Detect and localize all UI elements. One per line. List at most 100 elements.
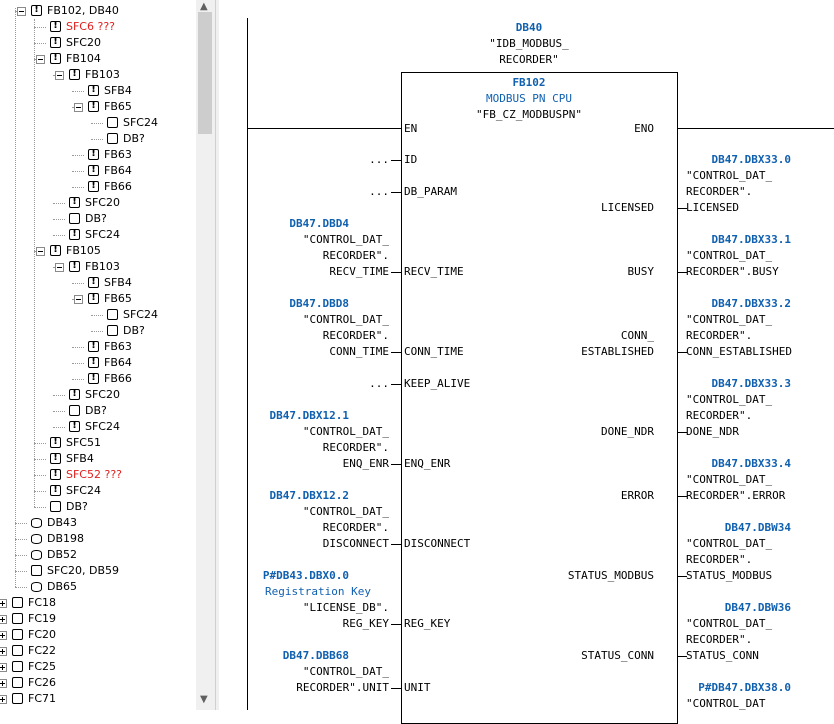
exclamation-box-icon [88, 83, 99, 97]
tree-item[interactable]: SFC20 [0, 387, 196, 403]
tree-item[interactable]: SFC20, DB59 [0, 563, 196, 579]
tree-item-label: FB66 [104, 180, 132, 193]
tree-item[interactable]: DB? [0, 499, 196, 515]
tree-item[interactable]: SFC51 [0, 435, 196, 451]
tree-item[interactable]: FC22 [0, 643, 196, 659]
exclamation-box-icon [88, 179, 99, 193]
tree-item[interactable]: SFC6 ??? [0, 19, 196, 35]
tree-item[interactable]: DB? [0, 323, 196, 339]
tree-scrollbar[interactable]: ▲ ▼ [196, 0, 215, 710]
tree-item[interactable]: FC20 [0, 627, 196, 643]
exclamation-box-icon [50, 51, 61, 65]
tree-item-label: FC18 [28, 596, 57, 609]
tree-item[interactable]: FB63 [0, 147, 196, 163]
tree-connector [72, 155, 84, 156]
expand-plus-icon[interactable] [0, 663, 7, 672]
tree-item-label: FB65 [104, 100, 132, 113]
tree-item[interactable]: DB198 [0, 531, 196, 547]
scroll-down-arrow-icon[interactable]: ▼ [200, 695, 208, 705]
output-operand-tail: RECORDER".BUSY [686, 265, 779, 278]
tree-item[interactable]: DB? [0, 403, 196, 419]
tree-item[interactable]: FB66 [0, 179, 196, 195]
output-operand-tail: STATUS_CONN [686, 649, 759, 662]
tree-item[interactable]: FB103 [0, 67, 196, 83]
tree-item[interactable]: FB65 [0, 291, 196, 307]
tree-item[interactable]: DB? [0, 131, 196, 147]
tree-item[interactable]: FC18 [0, 595, 196, 611]
output-operand-address: DB47.DBX33.3 [711, 377, 791, 390]
tree-item[interactable]: DB43 [0, 515, 196, 531]
tree-item[interactable]: SFC24 [0, 419, 196, 435]
tree-item[interactable]: FC19 [0, 611, 196, 627]
program-structure-tree[interactable]: FB102, DB40 SFC6 ??? SFC20 FB104 FB103 SFB4 FB… [0, 0, 215, 710]
db-cylinder-icon [31, 534, 42, 544]
collapse-minus-icon[interactable] [74, 295, 83, 304]
expand-plus-icon[interactable] [0, 695, 7, 704]
tree-item[interactable]: FB103 [0, 259, 196, 275]
tree-item[interactable]: SFC52 ??? [0, 467, 196, 483]
box-icon [107, 117, 118, 128]
tree-item-label: FB63 [104, 340, 132, 353]
box-icon [12, 597, 23, 608]
output-operand-symbol: RECORDER". [686, 633, 753, 646]
tree-item[interactable]: FC71 [0, 691, 196, 707]
tree-item-label: DB43 [47, 516, 78, 529]
tree-item[interactable]: SFC20 [0, 35, 196, 51]
tree-item[interactable]: SFB4 [0, 275, 196, 291]
tree-item[interactable]: FC25 [0, 659, 196, 675]
tree-item[interactable]: FB102, DB40 [0, 3, 196, 19]
tree-item[interactable]: FB66 [0, 371, 196, 387]
output-pin-label: LICENSED [601, 201, 654, 214]
scroll-up-arrow-icon[interactable]: ▲ [200, 2, 208, 12]
collapse-minus-icon[interactable] [36, 55, 45, 64]
tree-item[interactable]: FB64 [0, 355, 196, 371]
tree-item[interactable]: SFB4 [0, 451, 196, 467]
tree-item[interactable]: FB104 [0, 51, 196, 67]
input-operand-symbol: "CONTROL_DAT_ [302, 313, 389, 326]
input-operand-address: P#DB43.DBX0.0 [262, 569, 349, 582]
tree-connector [91, 315, 103, 316]
tree-item[interactable]: FB64 [0, 163, 196, 179]
tree-item[interactable]: SFC24 [0, 115, 196, 131]
tree-item[interactable]: SFC24 [0, 227, 196, 243]
tree-item[interactable]: DB65 [0, 579, 196, 595]
exclamation-box-icon [88, 163, 99, 177]
expand-plus-icon[interactable] [0, 679, 7, 688]
collapse-minus-icon[interactable] [74, 103, 83, 112]
input-wire [391, 688, 401, 689]
tree-item[interactable]: SFB4 [0, 83, 196, 99]
tree-item-label: FB103 [85, 260, 120, 273]
expand-plus-icon[interactable] [0, 615, 7, 624]
input-wire [391, 192, 401, 193]
collapse-minus-icon[interactable] [55, 71, 64, 80]
fb-family: MODBUS PN CPU [485, 92, 573, 105]
expand-plus-icon[interactable] [0, 647, 7, 656]
tree-connector [72, 187, 84, 188]
collapse-minus-icon[interactable] [17, 7, 26, 16]
tree-item[interactable]: DB? [0, 211, 196, 227]
box-icon [12, 645, 23, 656]
exclamation-box-icon [50, 243, 61, 257]
input-pin-label: UNIT [404, 681, 431, 694]
tree-item[interactable]: FB63 [0, 339, 196, 355]
tree-item[interactable]: FB105 [0, 243, 196, 259]
tree-item-label: DB? [123, 132, 145, 145]
tree-item[interactable]: DB52 [0, 547, 196, 563]
scrollbar-thumb[interactable] [198, 12, 212, 134]
exclamation-box-icon [69, 259, 80, 273]
output-pin-label: ESTABLISHED [581, 345, 654, 358]
tree-item-label: DB? [85, 404, 107, 417]
expand-plus-icon[interactable] [0, 631, 7, 640]
tree-item[interactable]: SFC20 [0, 195, 196, 211]
input-operand-symbol: RECORDER". [322, 249, 389, 262]
tree-item[interactable]: FC26 [0, 675, 196, 691]
box-icon [12, 693, 23, 704]
tree-item[interactable]: SFC24 [0, 307, 196, 323]
tree-item[interactable]: FB65 [0, 99, 196, 115]
collapse-minus-icon[interactable] [55, 263, 64, 272]
input-operand-symbol: "CONTROL_DAT_ [302, 233, 389, 246]
expand-plus-icon[interactable] [0, 599, 7, 608]
tree-item-label: SFC20, DB59 [47, 564, 119, 577]
collapse-minus-icon[interactable] [36, 247, 45, 256]
tree-item[interactable]: SFC24 [0, 483, 196, 499]
